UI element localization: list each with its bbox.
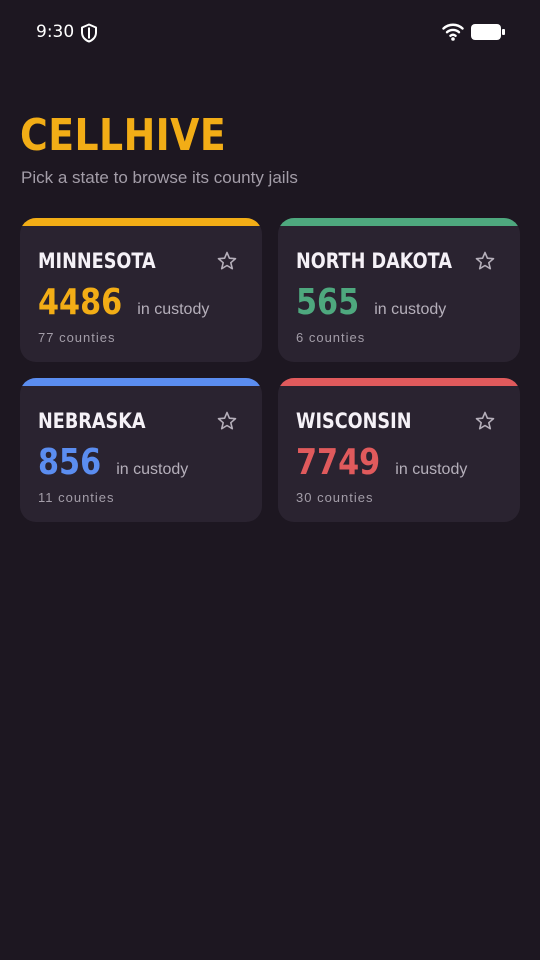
star-icon[interactable] <box>474 250 496 272</box>
card-accent-bar <box>278 378 520 386</box>
shield-icon <box>80 23 98 43</box>
battery-icon <box>470 23 506 41</box>
custody-label: in custody <box>374 301 447 318</box>
county-count: 77 counties <box>38 330 116 345</box>
state-card-minnesota[interactable]: MINNESOTA 4486 in custody 77 counties <box>20 218 262 362</box>
county-count: 6 counties <box>296 330 366 345</box>
state-name: NEBRASKA <box>38 409 146 433</box>
state-name: NORTH DAKOTA <box>296 249 452 273</box>
state-card-nebraska[interactable]: NEBRASKA 856 in custody 11 counties <box>20 378 262 522</box>
count-row: 7749 in custody <box>296 442 467 483</box>
card-accent-bar <box>278 218 520 226</box>
card-accent-bar <box>20 378 262 386</box>
state-card-north-dakota[interactable]: NORTH DAKOTA 565 in custody 6 counties <box>278 218 520 362</box>
county-count: 30 counties <box>296 490 374 505</box>
status-time: 9:30 <box>36 22 75 42</box>
state-name: MINNESOTA <box>38 249 156 273</box>
count-row: 4486 in custody <box>38 282 209 323</box>
state-name: WISCONSIN <box>296 409 412 433</box>
custody-count: 856 <box>38 442 102 483</box>
app-title: CELLHIVE <box>20 110 227 161</box>
custody-count: 4486 <box>38 282 123 323</box>
custody-count: 565 <box>296 282 360 323</box>
state-card-wisconsin[interactable]: WISCONSIN 7749 in custody 30 counties <box>278 378 520 522</box>
count-row: 565 in custody <box>296 282 446 323</box>
custody-label: in custody <box>137 301 210 318</box>
custody-count: 7749 <box>296 442 381 483</box>
custody-label: in custody <box>395 461 468 478</box>
wifi-icon <box>442 22 464 42</box>
count-row: 856 in custody <box>38 442 188 483</box>
card-accent-bar <box>20 218 262 226</box>
star-icon[interactable] <box>474 410 496 432</box>
status-bar: 9:30 <box>0 0 540 64</box>
custody-label: in custody <box>116 461 189 478</box>
county-count: 11 counties <box>38 490 115 505</box>
star-icon[interactable] <box>216 250 238 272</box>
app-subtitle: Pick a state to browse its county jails <box>21 168 298 187</box>
star-icon[interactable] <box>216 410 238 432</box>
